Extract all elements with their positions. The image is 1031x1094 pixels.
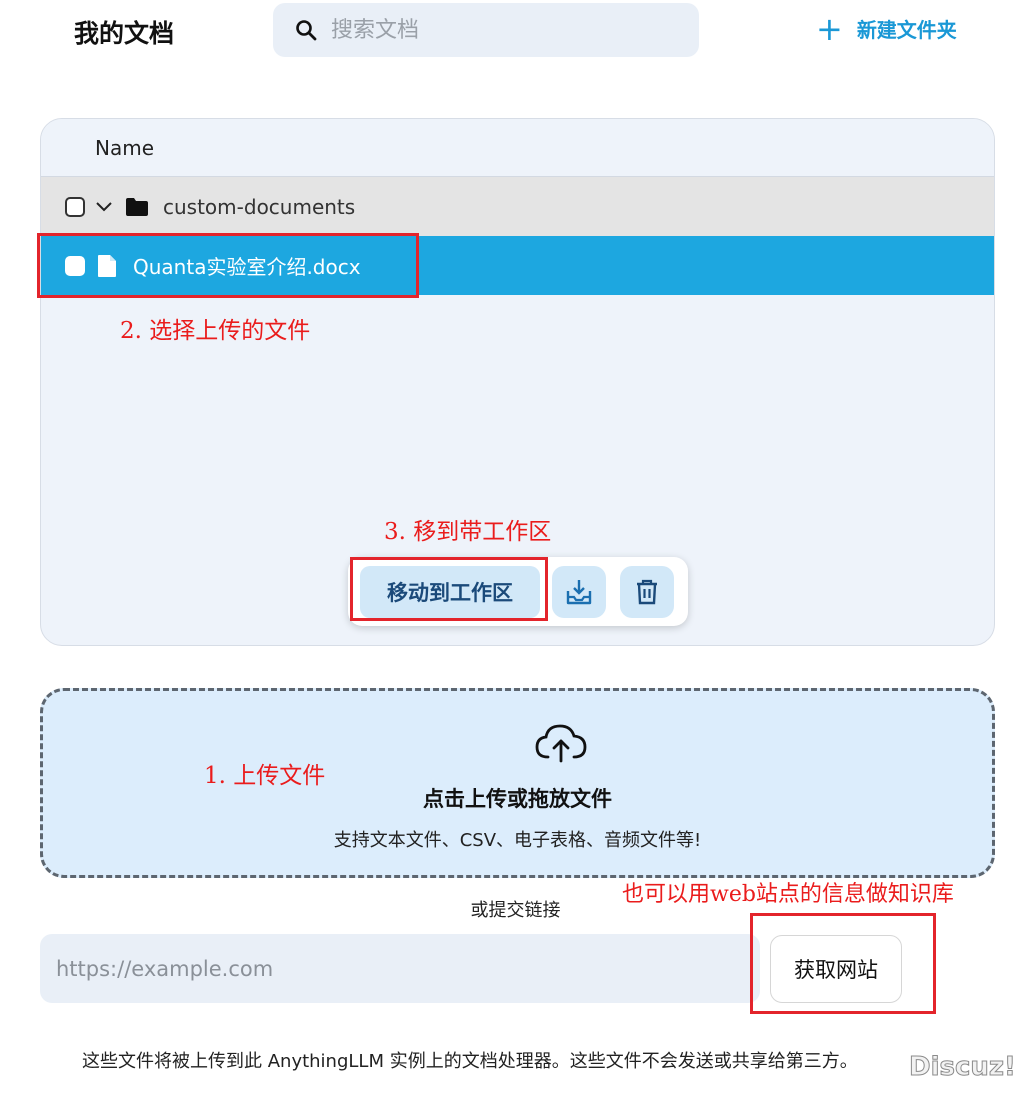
table-header: Name	[41, 119, 994, 177]
url-input-wrapper[interactable]	[40, 934, 760, 1003]
upload-title: 点击上传或拖放文件	[423, 787, 612, 811]
download-tray-icon	[566, 580, 592, 605]
annotation-step1: 1. 上传文件	[204, 763, 326, 789]
column-header-name: Name	[95, 135, 155, 160]
delete-button[interactable]	[620, 566, 674, 618]
new-folder-label: 新建文件夹	[856, 18, 957, 42]
watermark-logo: Discuz!	[909, 1052, 1017, 1083]
annotation-web-note: 也可以用web站点的信息做知识库	[622, 882, 954, 907]
annotation-box-file	[37, 233, 419, 298]
annotation-step3: 3. 移到带工作区	[384, 519, 552, 545]
folder-row[interactable]: custom-documents	[41, 177, 994, 236]
page-title: 我的文档	[74, 19, 175, 48]
plus-icon: +	[816, 9, 843, 48]
cloud-upload-icon	[535, 724, 587, 763]
search-bar[interactable]	[273, 3, 699, 57]
url-input[interactable]	[56, 956, 736, 981]
trash-icon	[637, 579, 657, 605]
search-input[interactable]	[331, 17, 671, 43]
new-folder-button[interactable]: + 新建文件夹	[816, 9, 957, 48]
folder-checkbox[interactable]	[65, 196, 85, 217]
search-icon	[296, 20, 317, 41]
upload-subtitle: 支持文本文件、CSV、电子表格、音频文件等!	[333, 830, 702, 851]
folder-name: custom-documents	[163, 194, 356, 219]
annotation-box-move	[350, 557, 548, 621]
annotation-box-fetch	[750, 913, 936, 1014]
upload-dropzone[interactable]: 点击上传或拖放文件 支持文本文件、CSV、电子表格、音频文件等!	[40, 688, 995, 878]
download-button[interactable]	[552, 566, 606, 618]
folder-icon	[125, 197, 149, 217]
annotation-step2: 2. 选择上传的文件	[120, 318, 311, 344]
privacy-notice: 这些文件将被上传到此 AnythingLLM 实例上的文档处理器。这些文件不会发…	[82, 1051, 858, 1072]
chevron-down-icon[interactable]	[95, 201, 115, 213]
